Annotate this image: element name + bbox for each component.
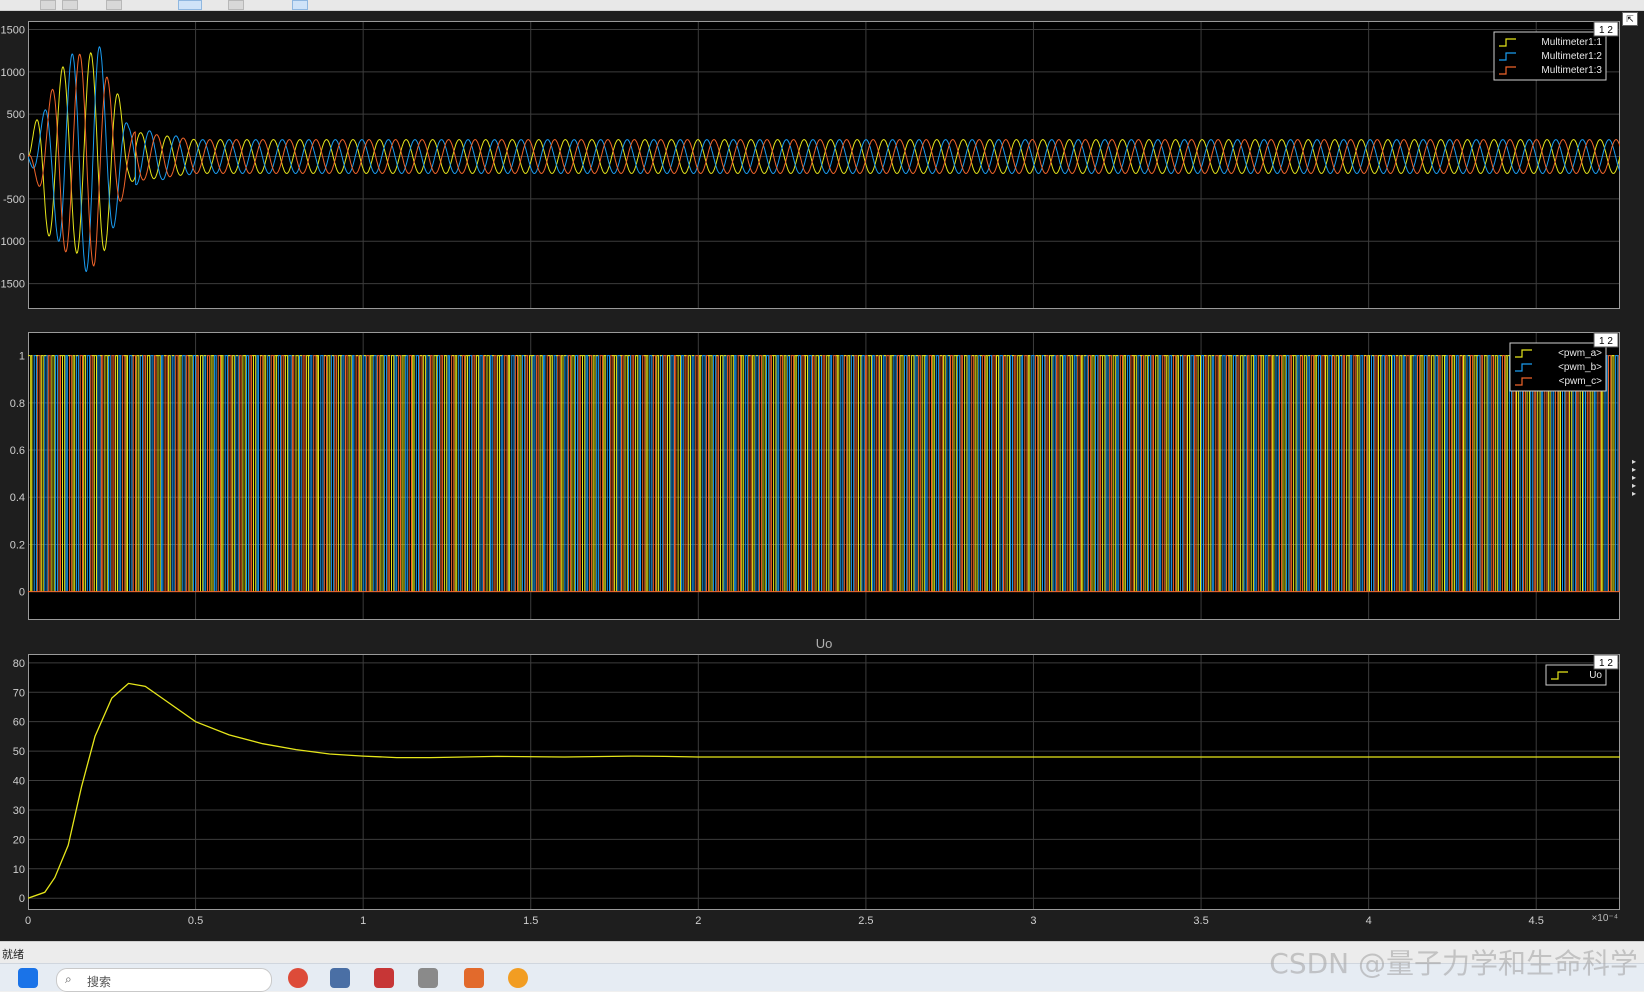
windows-start-icon[interactable] [18,968,38,988]
firefox-icon[interactable] [508,968,528,988]
app-icon[interactable] [374,968,394,988]
x-exponent-label: ×10⁻⁴ [1591,913,1618,924]
x-tick-label: 1.5 [523,915,538,927]
x-tick-label: 2 [695,915,701,927]
y-tick-label: 0 [19,152,25,164]
y-tick-label: 20 [13,834,25,846]
x-tick-label: 4.5 [1529,915,1544,927]
status-text: 就绪 [2,949,24,961]
y-tick-label: -1500 [0,279,25,291]
browser-icon[interactable] [288,968,308,988]
y-tick-label: 0.6 [10,445,25,457]
y-tick-label: -500 [3,194,25,206]
y-tick-label: 0.4 [10,492,25,504]
calculator-icon[interactable] [330,968,350,988]
y-tick-label: 70 [13,687,25,699]
app-icon[interactable] [418,968,438,988]
y-tick-label: 0.8 [10,398,25,410]
y-tick-label: -1000 [0,236,25,248]
y-tick-label: 1000 [1,67,25,79]
x-tick-label: 0.5 [188,915,203,927]
x-tick-label: 1 [360,915,366,927]
y-tick-label: 0.2 [10,539,25,551]
x-tick-label: 3.5 [1193,915,1208,927]
watermark: CSDN @量子力学和生命科学 [1269,947,1638,980]
y-tick-label: 80 [13,658,25,670]
x-tick-label: 3 [1030,915,1036,927]
y-tick-label: 1500 [1,24,25,36]
y-tick-label: 500 [7,109,25,121]
y-tick-label: 0 [19,893,25,905]
y-tick-label: 60 [13,717,25,729]
y-tick-label: 30 [13,805,25,817]
y-tick-label: 10 [13,864,25,876]
search-icon: ⌕ [65,972,72,986]
y-tick-label: 1 [19,351,25,363]
x-tick-label: 2.5 [858,915,873,927]
y-tick-label: 50 [13,746,25,758]
y-tick-label: 0 [19,587,25,599]
matlab-icon[interactable] [464,968,484,988]
taskbar-search[interactable]: ⌕ 搜索 [56,968,272,992]
y-tick-label: 40 [13,776,25,788]
side-expand-icon[interactable]: ▸ ▸ ▸ ▸ ▸ [1632,458,1636,498]
x-tick-label: 4 [1366,915,1372,927]
x-tick-label: 0 [25,915,31,927]
search-placeholder: 搜索 [87,975,112,989]
